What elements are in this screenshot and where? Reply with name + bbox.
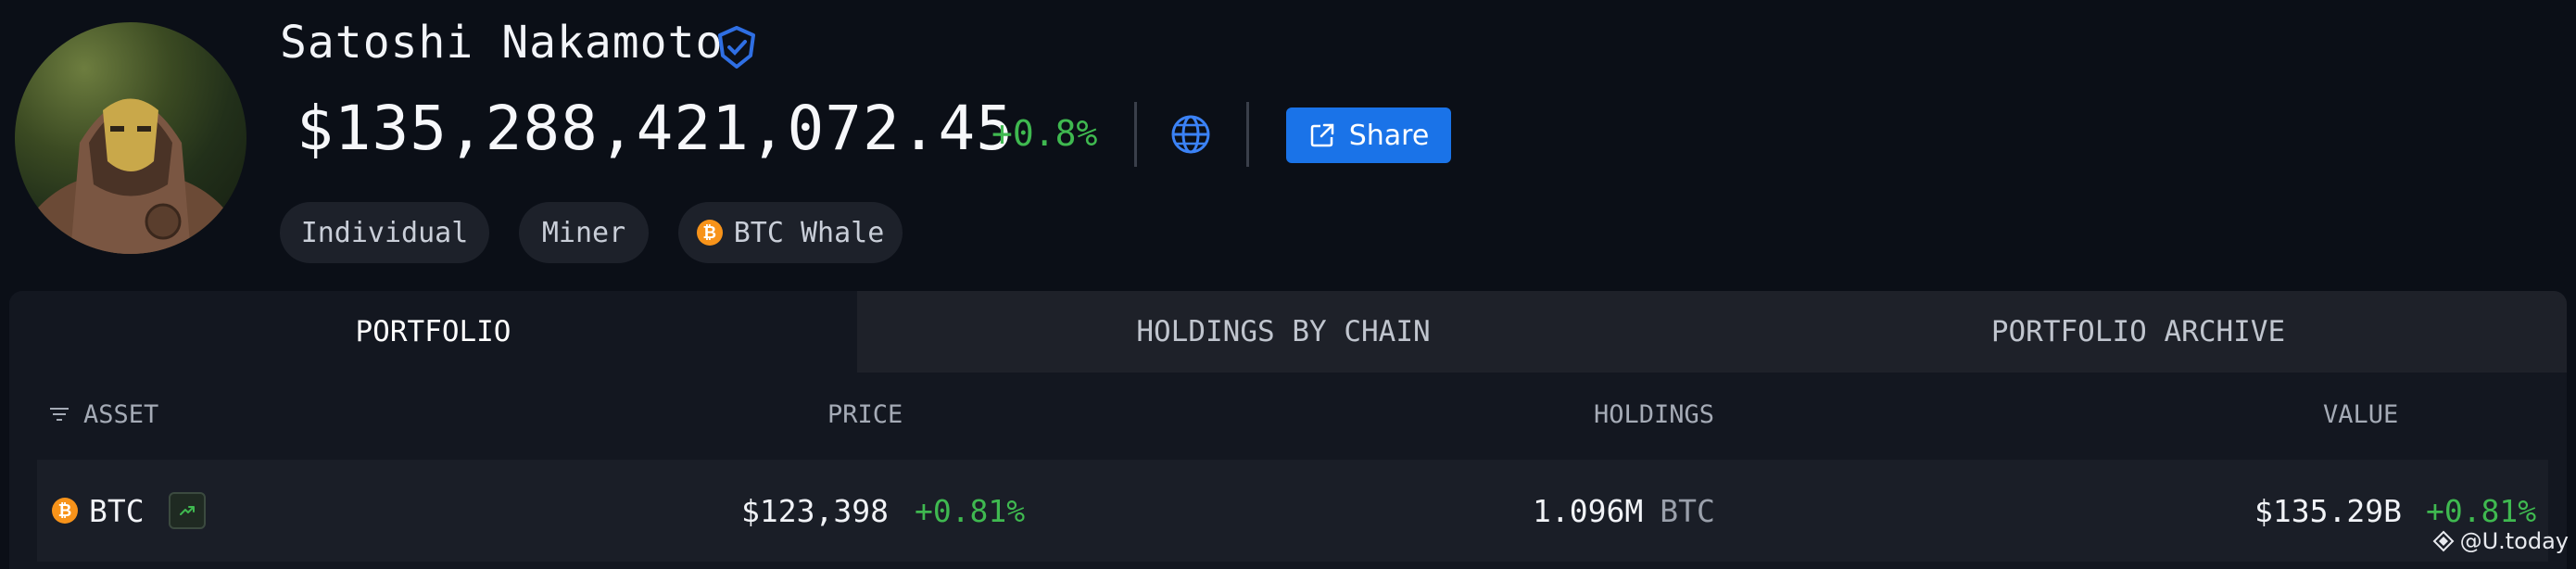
header-label: VALUE (2323, 399, 2399, 429)
btc-coin-icon: ₿ (696, 220, 723, 246)
utoday-logo-icon (2432, 530, 2454, 552)
profile-avatar (15, 22, 246, 254)
divider (1134, 102, 1137, 167)
value-column-header[interactable]: VALUE (2323, 373, 2398, 456)
tag-label: Miner (541, 216, 626, 249)
tag-btc-whale[interactable]: ₿ BTC Whale (678, 202, 903, 263)
portfolio-panel: PORTFOLIO HOLDINGS BY CHAIN PORTFOLIO AR… (9, 291, 2567, 569)
networth-value: $135,288,421,072.45 (297, 93, 1014, 164)
btc-coin-icon: ₿ (52, 498, 78, 524)
tab-bar: PORTFOLIO HOLDINGS BY CHAIN PORTFOLIO AR… (9, 291, 2567, 373)
tab-holdings-by-chain[interactable]: HOLDINGS BY CHAIN (857, 291, 1710, 373)
tab-label: PORTFOLIO (355, 315, 511, 348)
value-amount: $135.29B (2254, 492, 2402, 529)
filter-sort-icon (50, 408, 69, 421)
value-change: +0.81% (2425, 492, 2537, 529)
watermark: @U.today (2432, 528, 2569, 554)
asset-column-header[interactable]: ASSET (48, 373, 158, 456)
tab-label: PORTFOLIO ARCHIVE (1990, 315, 2286, 348)
holdings-amount: 1.096M (1533, 492, 1644, 529)
price-value: $123,398 (741, 492, 889, 529)
header-label: HOLDINGS (1594, 399, 1715, 429)
share-button[interactable]: Share (1286, 107, 1451, 163)
globe-icon[interactable] (1169, 113, 1212, 156)
price-change: +0.81% (914, 492, 1026, 529)
avatar-image (19, 98, 242, 254)
asset-cell: ₿ BTC (52, 460, 206, 562)
tag-label: Individual (300, 216, 469, 249)
header-label: PRICE (827, 399, 903, 429)
header-label: ASSET (83, 399, 159, 429)
verified-shield-icon (718, 26, 755, 69)
price-cell: $123,398 +0.81% (741, 460, 1025, 562)
tag-miner[interactable]: Miner (519, 202, 649, 263)
tab-portfolio[interactable]: PORTFOLIO (9, 291, 857, 373)
networth-change: +0.8% (991, 113, 1098, 154)
external-link-icon (1310, 123, 1333, 147)
table-row[interactable]: ₿ BTC $123,398 +0.81% 1.096M BTC $135.29… (37, 460, 2548, 562)
asset-symbol: BTC (89, 492, 145, 529)
holdings-column-header[interactable]: HOLDINGS (1594, 373, 1714, 456)
price-column-header[interactable]: PRICE (827, 373, 903, 456)
watermark-text: @U.today (2459, 528, 2569, 554)
share-label: Share (1348, 119, 1430, 152)
tag-label: BTC Whale (733, 216, 885, 249)
tab-portfolio-archive[interactable]: PORTFOLIO ARCHIVE (1710, 291, 2567, 373)
trend-up-icon[interactable] (168, 492, 206, 529)
tab-label: HOLDINGS BY CHAIN (1136, 315, 1431, 348)
divider (1246, 102, 1249, 167)
tag-individual[interactable]: Individual (280, 202, 489, 263)
holdings-cell: 1.096M BTC (1533, 460, 1715, 562)
profile-name: Satoshi Nakamoto (280, 17, 724, 69)
table-header: ASSET PRICE HOLDINGS VALUE (37, 373, 2548, 456)
holdings-unit: BTC (1660, 492, 1715, 529)
